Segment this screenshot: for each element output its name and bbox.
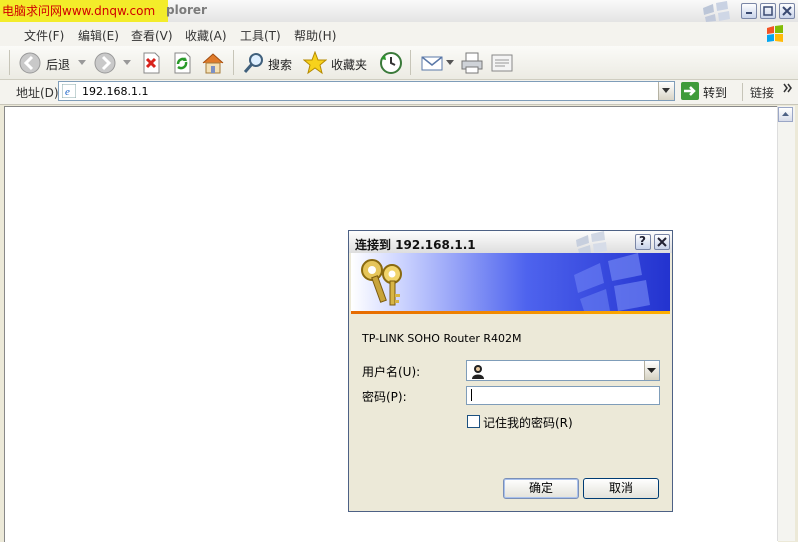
mail-icon[interactable] — [420, 51, 444, 75]
toolbar-separator — [410, 50, 411, 75]
dialog-help-button[interactable]: ? — [635, 234, 651, 250]
menu-file[interactable]: 文件(F) — [24, 27, 64, 44]
svg-text:e: e — [65, 86, 70, 98]
favorites-label[interactable]: 收藏夹 — [331, 56, 367, 73]
address-dropdown-button[interactable] — [658, 82, 674, 100]
menu-help[interactable]: 帮助(H) — [294, 27, 336, 44]
mail-dropdown-icon[interactable] — [446, 60, 454, 66]
password-label: 密码(P): — [362, 390, 407, 404]
maximize-icon — [763, 6, 773, 16]
windows-flag-icon — [576, 231, 607, 253]
close-icon — [782, 6, 792, 16]
history-icon[interactable] — [379, 51, 403, 75]
device-name: TP-LINK SOHO Router R402M — [362, 332, 522, 345]
home-icon[interactable] — [201, 51, 225, 75]
address-input[interactable] — [58, 81, 675, 101]
back-dropdown-icon[interactable] — [78, 60, 86, 66]
ok-button[interactable]: 确定 — [503, 478, 579, 499]
cancel-button[interactable]: 取消 — [583, 478, 659, 499]
windows-flag-watermark-icon — [574, 253, 650, 311]
links-label[interactable]: 链接 — [750, 84, 774, 101]
chevron-down-icon — [662, 88, 670, 93]
scroll-up-button[interactable] — [778, 107, 793, 122]
toolbar-grip — [9, 50, 10, 75]
back-arrow-icon[interactable] — [18, 51, 42, 75]
toolbar-separator — [233, 50, 234, 75]
window-title: plorer — [166, 3, 207, 17]
site-watermark: 电脑求问网www.dnqw.com — [0, 0, 168, 22]
minimize-icon — [746, 12, 752, 14]
close-icon — [657, 237, 667, 247]
address-label: 地址(D) — [16, 86, 59, 100]
chevron-down-icon — [647, 368, 656, 373]
close-button[interactable] — [779, 3, 795, 19]
search-icon[interactable] — [242, 51, 266, 75]
stop-icon[interactable] — [139, 51, 163, 75]
dialog-title: 连接到 192.168.1.1 — [355, 238, 476, 252]
menu-tools[interactable]: 工具(T) — [240, 27, 281, 44]
favorites-star-icon[interactable] — [303, 51, 327, 75]
maximize-button[interactable] — [760, 3, 776, 19]
dialog-close-button[interactable] — [654, 234, 670, 250]
menu-view[interactable]: 查看(V) — [131, 27, 173, 44]
address-separator — [742, 83, 743, 101]
user-icon — [472, 365, 484, 379]
username-dropdown-button[interactable] — [644, 361, 659, 380]
remember-password-label[interactable]: 记住我的密码(R) — [483, 414, 573, 431]
refresh-icon[interactable] — [170, 51, 194, 75]
menu-edit[interactable]: 编辑(E) — [78, 27, 119, 44]
chevron-up-icon — [782, 112, 789, 116]
password-input[interactable] — [466, 386, 660, 405]
text-caret — [471, 389, 472, 401]
vertical-scrollbar[interactable] — [777, 106, 795, 541]
username-input[interactable] — [466, 360, 660, 381]
search-label[interactable]: 搜索 — [268, 56, 292, 73]
banner-accent-line — [351, 311, 670, 314]
print-icon[interactable] — [460, 51, 484, 75]
help-icon: ? — [639, 234, 646, 248]
forward-dropdown-icon[interactable] — [123, 60, 131, 66]
username-label: 用户名(U): — [362, 365, 421, 379]
go-arrow-icon[interactable] — [681, 82, 699, 100]
windows-flag-icon — [703, 1, 730, 22]
chevron-right-double-icon[interactable] — [783, 83, 793, 93]
minimize-button[interactable] — [741, 3, 757, 19]
ie-page-icon: e — [62, 84, 76, 98]
back-label[interactable]: 后退 — [46, 56, 70, 73]
forward-arrow-icon[interactable] — [93, 51, 117, 75]
menu-bar — [0, 22, 798, 47]
keys-icon — [361, 259, 402, 306]
edit-page-icon[interactable] — [490, 51, 514, 75]
go-button-label[interactable]: 转到 — [703, 84, 727, 101]
windows-logo-icon — [767, 25, 783, 42]
menu-favorites[interactable]: 收藏(A) — [185, 27, 227, 44]
remember-password-checkbox[interactable] — [467, 415, 480, 428]
address-value[interactable]: 192.168.1.1 — [82, 85, 148, 98]
